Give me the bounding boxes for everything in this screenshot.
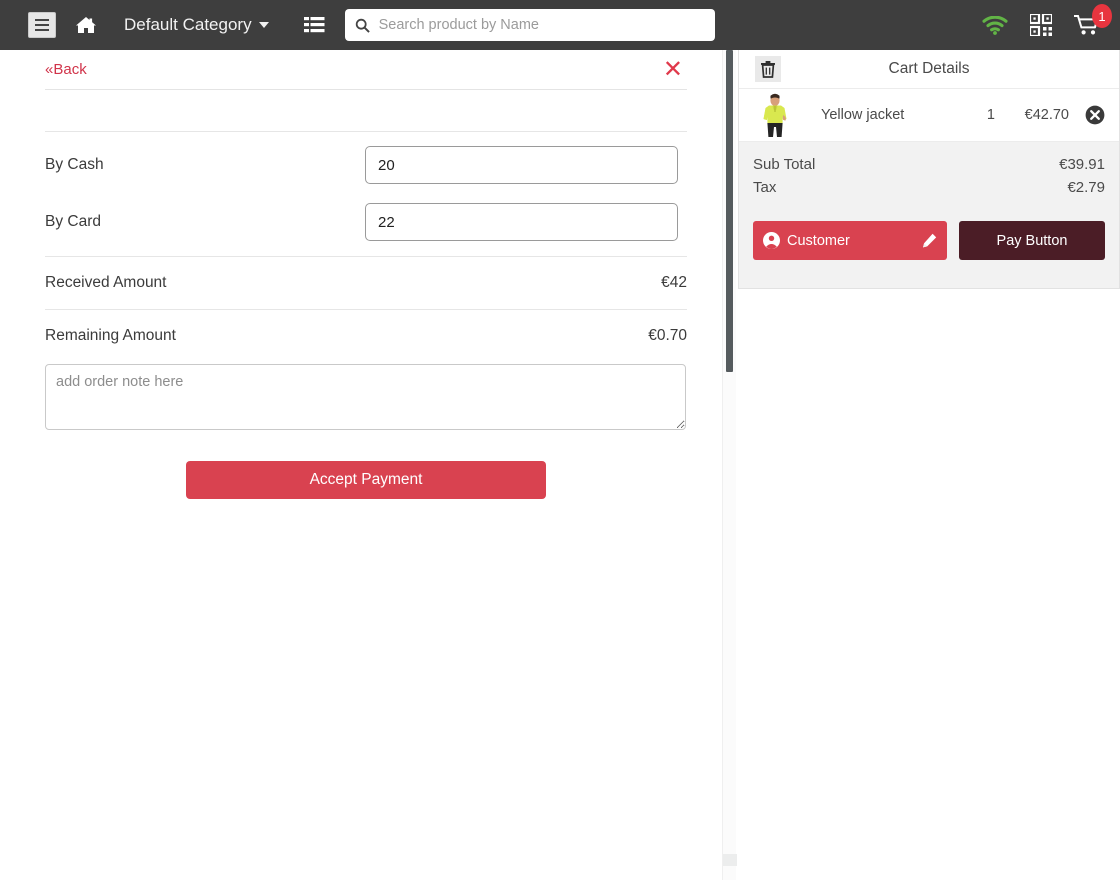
- scrollbar-thumb[interactable]: [726, 50, 733, 372]
- remove-item-button[interactable]: [1085, 105, 1105, 125]
- home-button[interactable]: [74, 13, 98, 37]
- payment-panel: «Back ✕ By Cash By Card Received Amount …: [45, 50, 687, 499]
- cart-details-title: Cart Details: [888, 60, 970, 77]
- sub-total-row: Sub Total €39.91: [753, 153, 1105, 176]
- customer-button-label: Customer: [787, 232, 850, 249]
- scrollbar-bottom-nub: [723, 854, 737, 866]
- payment-row-cash: By Cash: [45, 141, 687, 189]
- cart-header: Cart Details: [739, 50, 1119, 88]
- cart-button[interactable]: 1: [1074, 4, 1112, 36]
- wifi-icon: [982, 15, 1008, 35]
- by-cash-label: By Cash: [45, 156, 104, 173]
- search-icon: [355, 18, 370, 33]
- hamburger-icon-line: [35, 29, 49, 31]
- product-list-view-button[interactable]: [303, 15, 327, 35]
- order-note-textarea[interactable]: [45, 364, 686, 430]
- payment-panel-header: «Back ✕: [45, 50, 687, 90]
- cart-item-count-badge: 1: [1092, 4, 1112, 28]
- cart-item-quantity: 1: [986, 107, 995, 123]
- cart-area: Cart Details Yellow jacket 1 €42.70 Sub …: [738, 50, 1120, 880]
- hamburger-icon-line: [35, 19, 49, 21]
- accept-payment-button[interactable]: Accept Payment: [186, 461, 546, 499]
- received-amount-value: €42: [661, 274, 687, 291]
- by-card-label: By Card: [45, 213, 101, 230]
- by-card-input[interactable]: [365, 203, 678, 241]
- tax-row: Tax €2.79: [753, 176, 1105, 199]
- sub-total-value: €39.91: [1059, 156, 1105, 173]
- customer-button[interactable]: Customer: [753, 221, 947, 260]
- remaining-amount-row: Remaining Amount €0.70: [45, 309, 687, 362]
- left-pane-scrollbar[interactable]: [722, 50, 737, 880]
- by-cash-input[interactable]: [365, 146, 678, 184]
- pencil-icon[interactable]: [922, 233, 937, 248]
- payment-area: «Back ✕ By Cash By Card Received Amount …: [0, 50, 730, 880]
- payment-row-card: By Card: [45, 198, 687, 246]
- remove-item-icon: [1085, 105, 1105, 125]
- search-box[interactable]: [344, 9, 715, 41]
- received-amount-row: Received Amount €42: [45, 256, 687, 309]
- pay-button[interactable]: Pay Button: [959, 221, 1105, 260]
- cart-totals: Sub Total €39.91 Tax €2.79: [739, 142, 1119, 205]
- top-navigation-bar: Default Category Search product by Name …: [0, 0, 1120, 50]
- product-thumbnail: [753, 93, 797, 137]
- cart-card-spacer: [739, 260, 1119, 280]
- wifi-status-button[interactable]: [982, 15, 1008, 35]
- panel-divider-space: [45, 90, 687, 132]
- cart-action-buttons: Customer Pay Button: [739, 205, 1119, 260]
- tax-label: Tax: [753, 179, 777, 196]
- clear-cart-button[interactable]: [755, 56, 781, 82]
- topbar-right-icons: 1: [982, 4, 1112, 36]
- category-label: Default Category: [124, 15, 252, 34]
- qr-code-icon: [1030, 14, 1052, 36]
- remaining-amount-label: Remaining Amount: [45, 327, 176, 344]
- hamburger-menu-button[interactable]: [28, 12, 56, 38]
- category-dropdown[interactable]: Default Category: [124, 15, 269, 35]
- qr-scan-button[interactable]: [1030, 14, 1052, 36]
- tax-value: €2.79: [1067, 179, 1105, 196]
- cart-item-name: Yellow jacket: [821, 107, 905, 123]
- sub-total-label: Sub Total: [753, 156, 816, 173]
- home-icon: [76, 17, 96, 33]
- back-link[interactable]: «Back: [45, 61, 87, 78]
- hamburger-icon-line: [35, 24, 49, 26]
- user-icon: [763, 232, 780, 249]
- list-icon: [303, 17, 325, 33]
- trash-icon: [761, 61, 775, 78]
- cart-details-card: Cart Details Yellow jacket 1 €42.70 Sub …: [738, 50, 1120, 289]
- search-input[interactable]: [378, 11, 705, 39]
- chevron-down-icon: [258, 22, 269, 28]
- remaining-amount-value: €0.70: [648, 327, 687, 344]
- close-icon[interactable]: ✕: [663, 57, 683, 82]
- cart-item-row: Yellow jacket 1 €42.70: [739, 88, 1119, 142]
- cart-item-price: €42.70: [1024, 107, 1069, 123]
- received-amount-label: Received Amount: [45, 274, 167, 291]
- yellow-jacket-product-image: [755, 93, 795, 137]
